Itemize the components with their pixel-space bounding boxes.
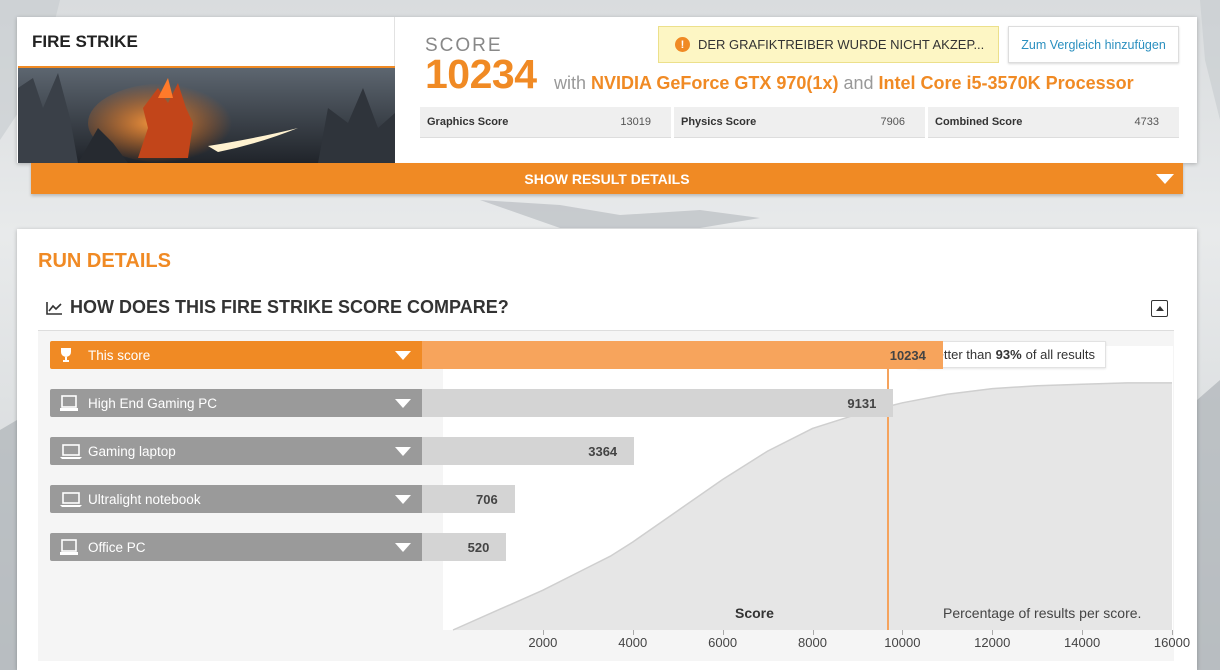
x-tick-mark	[992, 630, 994, 635]
subscore-value: 7906	[880, 116, 905, 128]
graphics-score: Graphics Score 13019	[420, 107, 671, 138]
and-word: and	[843, 73, 874, 93]
with-word: with	[554, 73, 587, 93]
row-label: Office PC	[88, 539, 146, 555]
bar-this-score: 10234	[422, 341, 943, 369]
x-axis-title: Score	[735, 605, 774, 621]
test-panel: FIRE STRIKE	[17, 17, 395, 163]
subscores-row: Graphics Score 13019 Physics Score 7906 …	[420, 107, 1179, 138]
subscore-name: Combined Score	[935, 116, 1023, 128]
gpu-link[interactable]: NVIDIA GeForce GTX 970(1x)	[591, 73, 838, 93]
subscore-name: Physics Score	[681, 116, 757, 128]
compare-header: HOW DOES THIS FIRE STRIKE SCORE COMPARE?	[46, 297, 509, 318]
compare-title: HOW DOES THIS FIRE STRIKE SCORE COMPARE?	[70, 297, 509, 317]
bar-value: 706	[476, 491, 498, 507]
x-tick-mark	[632, 630, 634, 635]
distribution-area	[453, 382, 1172, 630]
x-tick-label: 4000	[618, 635, 648, 650]
x-tick-label: 2000	[528, 635, 558, 650]
fire-strike-artwork	[18, 66, 395, 163]
test-name: FIRE STRIKE	[32, 32, 138, 51]
row-high-end-gaming-pc[interactable]: High End Gaming PC	[50, 389, 422, 417]
x-tick-mark	[812, 630, 814, 635]
row-gaming-laptop[interactable]: Gaming laptop	[50, 437, 422, 465]
chevron-up-icon	[1155, 306, 1164, 311]
x-tick-label: 10000	[884, 635, 921, 650]
chevron-down-icon	[395, 399, 411, 408]
bar-ultralight-notebook: 706	[422, 485, 515, 513]
combined-score: Combined Score 4733	[928, 107, 1179, 138]
x-tick-label: 6000	[708, 635, 738, 650]
percentile-tooltip: Better than 93% of all results	[917, 341, 1107, 368]
score-value: 10234	[425, 51, 537, 97]
bar-gaming-laptop: 3364	[422, 437, 635, 465]
x-tick-mark	[902, 630, 904, 635]
subscore-value: 13019	[620, 116, 651, 128]
chevron-down-icon	[1156, 174, 1174, 184]
row-label: This score	[88, 347, 151, 363]
axis-note: Percentage of results per score.	[943, 605, 1142, 621]
warning-text: DER GRAFIKTREIBER WURDE NICHT AKZEP...	[698, 37, 985, 52]
run-details-title: RUN DETAILS	[38, 250, 171, 272]
desktop-icon	[60, 395, 78, 411]
bar-value: 520	[467, 539, 490, 555]
bar-value: 10234	[889, 347, 926, 363]
show-result-details-button[interactable]: SHOW RESULT DETAILS	[31, 163, 1183, 194]
line-chart-icon	[46, 301, 62, 315]
subscore-value: 4733	[1134, 116, 1159, 128]
row-label: Ultralight notebook	[88, 491, 201, 507]
score-comparison-chart: Better than 93% of all results 10234 Thi…	[38, 331, 1190, 661]
chevron-down-icon	[395, 495, 411, 504]
subscore-name: Graphics Score	[427, 116, 509, 128]
row-this-score[interactable]: This score	[50, 341, 422, 369]
physics-score: Physics Score 7906	[674, 107, 925, 138]
cpu-link[interactable]: Intel Core i5-3570K Processor	[879, 73, 1134, 93]
this-score-marker-line	[887, 341, 889, 630]
bar-high-end-gaming-pc: 9131	[422, 389, 894, 417]
show-details-label: SHOW RESULT DETAILS	[524, 170, 690, 187]
bar-value: 3364	[588, 443, 618, 459]
x-tick-mark	[722, 630, 724, 635]
x-tick-mark	[1082, 630, 1084, 635]
x-tick-label: 12000	[974, 635, 1011, 650]
row-label: Gaming laptop	[88, 443, 176, 459]
tooltip-percent: 93%	[995, 347, 1022, 362]
add-to-compare-button[interactable]: Zum Vergleich hinzufügen	[1008, 26, 1179, 63]
row-label: High End Gaming PC	[88, 395, 218, 411]
trophy-icon	[61, 348, 71, 362]
chevron-down-icon	[395, 351, 411, 360]
laptop-icon	[60, 492, 82, 507]
chevron-down-icon	[395, 447, 411, 456]
row-office-pc[interactable]: Office PC	[50, 533, 422, 561]
x-tick-label: 8000	[798, 635, 827, 650]
row-ultralight-notebook[interactable]: Ultralight notebook	[50, 485, 422, 513]
bar-office-pc: 520	[422, 533, 507, 561]
chevron-down-icon	[395, 543, 411, 552]
run-details-card: RUN DETAILS HOW DOES THIS FIRE STRIKE SC…	[17, 229, 1197, 670]
result-card: FIRE STRIKE SCORE 10234 with NVIDIA GeFo…	[17, 17, 1197, 163]
warning-icon: !	[675, 37, 690, 52]
x-tick-label: 16000	[1153, 635, 1191, 650]
collapse-button[interactable]	[1151, 300, 1168, 317]
bar-value: 9131	[847, 395, 877, 411]
x-tick-label: 14000	[1064, 635, 1101, 650]
system-description: with NVIDIA GeForce GTX 970(1x) and Inte…	[554, 73, 1134, 94]
x-tick-mark	[1172, 630, 1173, 635]
desktop-icon	[60, 539, 78, 555]
laptop-icon	[60, 444, 82, 459]
tooltip-suffix: of all results	[1025, 347, 1096, 362]
x-tick-mark	[542, 630, 544, 635]
driver-warning[interactable]: ! DER GRAFIKTREIBER WURDE NICHT AKZEP...	[658, 26, 999, 63]
